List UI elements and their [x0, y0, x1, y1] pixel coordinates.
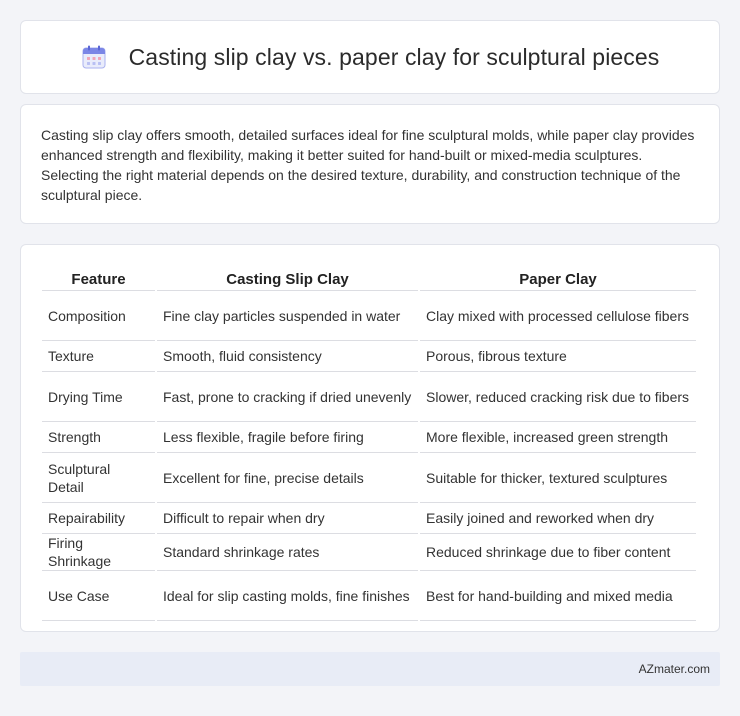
casting-slip-cell: Smooth, fluid consistency	[157, 341, 418, 372]
casting-slip-cell: Fast, prone to cracking if dried unevenl…	[157, 372, 418, 422]
casting-slip-cell: Difficult to repair when dry	[157, 503, 418, 534]
paper-clay-cell: Easily joined and reworked when dry	[420, 503, 696, 534]
paper-clay-cell: Suitable for thicker, textured sculpture…	[420, 453, 696, 503]
paper-clay-cell: Clay mixed with processed cellulose fibe…	[420, 291, 696, 341]
feature-cell: Firing Shrinkage	[42, 534, 155, 571]
table-row: Firing Shrinkage Standard shrinkage rate…	[42, 534, 696, 571]
feature-cell: Repairability	[42, 503, 155, 534]
table-row: Texture Smooth, fluid consistency Porous…	[42, 341, 696, 372]
table-row: Composition Fine clay particles suspende…	[42, 291, 696, 341]
casting-slip-cell: Standard shrinkage rates	[157, 534, 418, 571]
casting-slip-cell: Less flexible, fragile before firing	[157, 422, 418, 453]
casting-slip-cell: Fine clay particles suspended in water	[157, 291, 418, 341]
table-row: Repairability Difficult to repair when d…	[42, 503, 696, 534]
paper-clay-cell: Porous, fibrous texture	[420, 341, 696, 372]
header-casting-slip-clay: Casting Slip Clay	[157, 265, 418, 291]
table-row: Strength Less flexible, fragile before f…	[42, 422, 696, 453]
paper-clay-cell: Best for hand-building and mixed media	[420, 571, 696, 621]
table-row: Use Case Ideal for slip casting molds, f…	[42, 571, 696, 621]
table-row: Sculptural Detail Excellent for fine, pr…	[42, 453, 696, 503]
page-title: Casting slip clay vs. paper clay for scu…	[128, 43, 660, 70]
header-paper-clay: Paper Clay	[420, 265, 696, 291]
paper-clay-cell: Slower, reduced cracking risk due to fib…	[420, 372, 696, 422]
title-card: Casting slip clay vs. paper clay for scu…	[20, 20, 720, 94]
paper-clay-cell: More flexible, increased green strength	[420, 422, 696, 453]
intro-text: Casting slip clay offers smooth, detaile…	[41, 127, 695, 203]
feature-cell: Use Case	[42, 571, 155, 621]
casting-slip-cell: Ideal for slip casting molds, fine finis…	[157, 571, 418, 621]
casting-slip-cell: Excellent for fine, precise details	[157, 453, 418, 503]
header-feature: Feature	[42, 265, 155, 291]
table-header-row: Feature Casting Slip Clay Paper Clay	[42, 265, 696, 291]
intro-card: Casting slip clay offers smooth, detaile…	[20, 104, 720, 224]
feature-cell: Drying Time	[42, 372, 155, 422]
table-row: Drying Time Fast, prone to cracking if d…	[42, 372, 696, 422]
paper-clay-cell: Reduced shrinkage due to fiber content	[420, 534, 696, 571]
feature-cell: Strength	[42, 422, 155, 453]
calendar-icon	[81, 44, 107, 70]
comparison-table: Feature Casting Slip Clay Paper Clay Com…	[40, 265, 698, 621]
feature-cell: Composition	[42, 291, 155, 341]
comparison-table-card: Feature Casting Slip Clay Paper Clay Com…	[20, 244, 720, 632]
footer: AZmater.com	[20, 652, 720, 686]
feature-cell: Sculptural Detail	[42, 453, 155, 503]
footer-brand: AZmater.com	[638, 662, 710, 676]
feature-cell: Texture	[42, 341, 155, 372]
